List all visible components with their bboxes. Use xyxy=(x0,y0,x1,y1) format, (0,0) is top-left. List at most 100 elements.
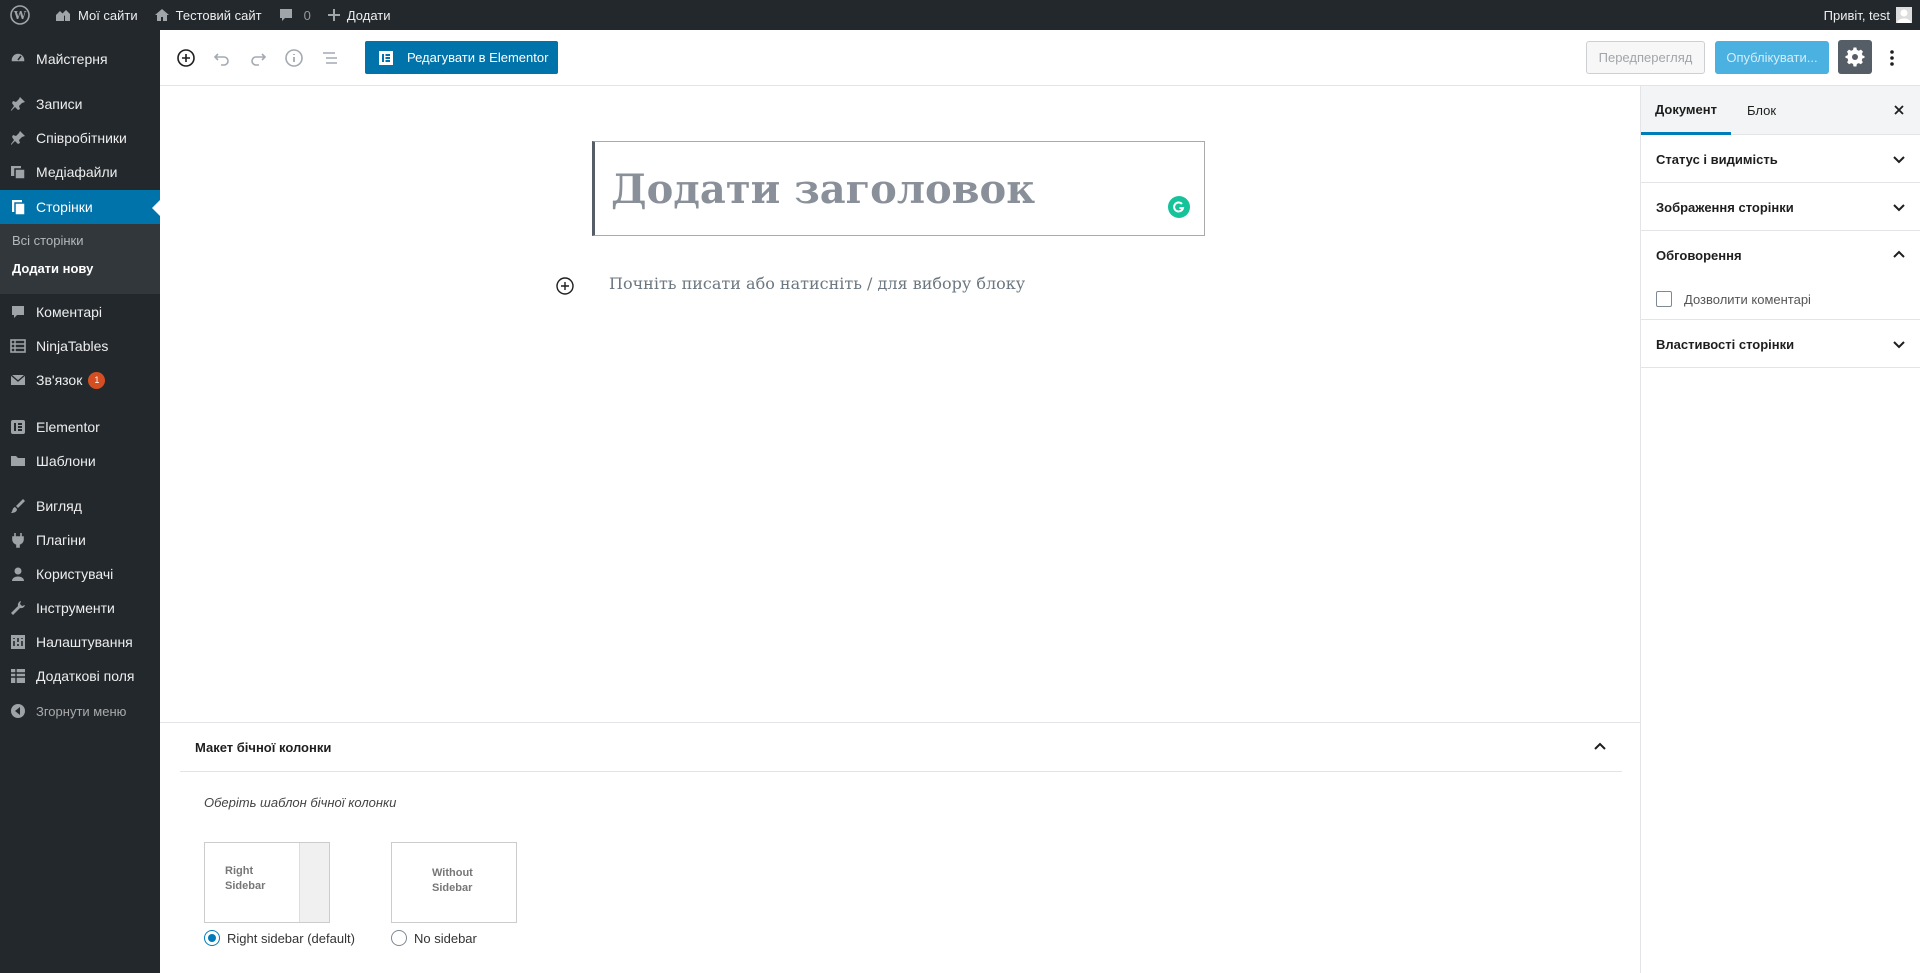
chevron-up-icon[interactable] xyxy=(1590,737,1610,757)
menu-label: Майстерня xyxy=(36,51,108,67)
user-icon xyxy=(0,565,36,583)
menu-item-users[interactable]: Користувачі xyxy=(0,557,160,591)
menu-label: Інструменти xyxy=(36,600,115,616)
menu-item-appearance[interactable]: Вигляд xyxy=(0,489,160,523)
plus-circle-icon xyxy=(177,49,195,67)
folder-icon xyxy=(0,452,36,470)
menu-label: Плагіни xyxy=(36,532,86,548)
collapse-label: Згорнути меню xyxy=(36,703,127,719)
menu-item-dashboard[interactable]: Майстерня xyxy=(0,42,160,76)
more-tools-button[interactable] xyxy=(1880,46,1904,70)
publish-button[interactable]: Опублікувати... xyxy=(1715,41,1829,74)
menu-label: Користувачі xyxy=(36,566,114,582)
elementor-button-label: Редагувати в Elementor xyxy=(407,50,549,65)
menu-item-custom-fields[interactable]: Додаткові поля xyxy=(0,659,160,693)
menu-item-pages[interactable]: Сторінки xyxy=(0,190,160,224)
submenu-all-pages[interactable]: Всі сторінки xyxy=(12,233,83,248)
close-sidebar-button[interactable] xyxy=(1889,100,1909,120)
panel-title: Обговорення xyxy=(1656,248,1742,263)
menu-label: Налаштування xyxy=(36,634,133,650)
comments-menu[interactable]: 0 xyxy=(270,0,319,30)
menu-item-ninjatables[interactable]: NinjaTables xyxy=(0,329,160,363)
chevron-down-icon xyxy=(1889,149,1909,169)
menu-item-posts[interactable]: Записи xyxy=(0,87,160,121)
panel-title: Статус і видимість xyxy=(1656,152,1778,167)
collapse-arrow-icon xyxy=(0,703,36,719)
radio-label: No sidebar xyxy=(414,930,477,946)
menu-item-plugins[interactable]: Плагіни xyxy=(0,523,160,557)
panel-status-visibility[interactable]: Статус і видимість xyxy=(1641,135,1920,183)
chevron-down-icon xyxy=(1889,334,1909,354)
avatar xyxy=(1896,7,1912,23)
menu-item-settings[interactable]: Налаштування xyxy=(0,625,160,659)
plus-circle-icon xyxy=(556,277,574,295)
preview-button[interactable]: Передперегляд xyxy=(1586,41,1705,74)
new-content-menu[interactable]: Додати xyxy=(319,0,399,30)
block-inserter-button[interactable] xyxy=(555,276,575,296)
card-label: Sidebar xyxy=(225,880,266,892)
layout-option-no-sidebar[interactable]: Without Sidebar xyxy=(391,842,517,923)
tab-document[interactable]: Документ xyxy=(1641,86,1731,135)
pin-icon xyxy=(0,95,36,113)
menu-label: Записи xyxy=(36,96,83,112)
menu-item-staff[interactable]: Співробітники xyxy=(0,121,160,155)
submenu-add-new[interactable]: Додати нову xyxy=(12,261,93,276)
menu-item-elementor[interactable]: Elementor xyxy=(0,410,160,444)
menu-item-comments[interactable]: Коментарі xyxy=(0,295,160,329)
panel-title: Властивості сторінки xyxy=(1656,337,1795,352)
radio-no-sidebar[interactable]: No sidebar xyxy=(391,930,477,946)
metabox-header[interactable]: Макет бічної колонки xyxy=(180,723,1622,772)
edit-with-elementor-button[interactable]: Редагувати в Elementor xyxy=(365,41,558,74)
add-block-button[interactable] xyxy=(174,46,198,70)
block-navigation-button[interactable] xyxy=(318,46,342,70)
my-account-menu[interactable]: Привіт, test xyxy=(1816,0,1920,30)
menu-item-templates[interactable]: Шаблони xyxy=(0,444,160,478)
settings-toggle-button[interactable] xyxy=(1838,40,1872,74)
wordpress-logo-button[interactable]: W xyxy=(0,0,46,30)
radio-right-sidebar[interactable]: Right sidebar (default) xyxy=(204,930,355,946)
redo-button[interactable] xyxy=(246,46,270,70)
panel-discussion[interactable]: Обговорення Дозволити коментарі xyxy=(1641,231,1920,320)
user-avatar-icon xyxy=(1897,9,1911,23)
radio-button[interactable] xyxy=(391,930,407,946)
menu-label: Медіафайли xyxy=(36,164,118,180)
default-block-appender[interactable]: Почніть писати або натисніть / для вибор… xyxy=(609,274,1025,293)
redo-icon xyxy=(251,53,267,66)
plugin-icon xyxy=(0,531,36,549)
title-placeholder: Додати заголовок xyxy=(611,166,1036,213)
layout-option-right-sidebar[interactable]: Right Sidebar xyxy=(204,842,330,923)
tab-block[interactable]: Блок xyxy=(1733,86,1790,135)
undo-button[interactable] xyxy=(210,46,234,70)
close-icon xyxy=(1894,105,1904,115)
chevron-down-icon xyxy=(1889,197,1909,217)
gear-icon xyxy=(1845,47,1865,67)
panel-title: Зображення сторінки xyxy=(1656,200,1794,215)
menu-item-media[interactable]: Медіафайли xyxy=(0,155,160,189)
collapse-menu-button[interactable]: Згорнути меню xyxy=(0,694,160,728)
menu-item-tools[interactable]: Інструменти xyxy=(0,591,160,625)
panel-featured-image[interactable]: Зображення сторінки xyxy=(1641,183,1920,231)
list-view-icon xyxy=(323,52,337,64)
admin-menu: Майстерня Записи Співробітники Медіафайл… xyxy=(0,30,160,973)
elementor-icon xyxy=(0,418,36,436)
info-icon xyxy=(285,49,303,67)
comment-icon xyxy=(0,303,36,321)
post-title-field[interactable]: Додати заголовок xyxy=(592,141,1205,236)
metabox-description: Оберіть шаблон бічної колонки xyxy=(204,795,397,810)
radio-button[interactable] xyxy=(204,930,220,946)
grammarly-icon[interactable] xyxy=(1168,196,1190,218)
allow-comments-checkbox[interactable] xyxy=(1656,291,1672,307)
checkbox-label: Дозволити коментарі xyxy=(1684,291,1811,307)
comment-icon xyxy=(279,9,292,21)
panel-page-attributes[interactable]: Властивості сторінки xyxy=(1641,320,1920,368)
my-sites-menu[interactable]: Мої сайти xyxy=(46,0,146,30)
card-label: Right xyxy=(225,865,254,877)
menu-item-contact[interactable]: Зв'язок 1 xyxy=(0,363,160,397)
notification-badge: 1 xyxy=(88,371,106,389)
greeting-label: Привіт, test xyxy=(1823,7,1890,23)
site-name-menu[interactable]: Тестовий сайт xyxy=(146,0,270,30)
menu-label: Вигляд xyxy=(36,498,82,514)
content-info-button[interactable] xyxy=(282,46,306,70)
pin-icon xyxy=(0,129,36,147)
allow-comments-option[interactable]: Дозволити коментарі xyxy=(1656,291,1811,307)
